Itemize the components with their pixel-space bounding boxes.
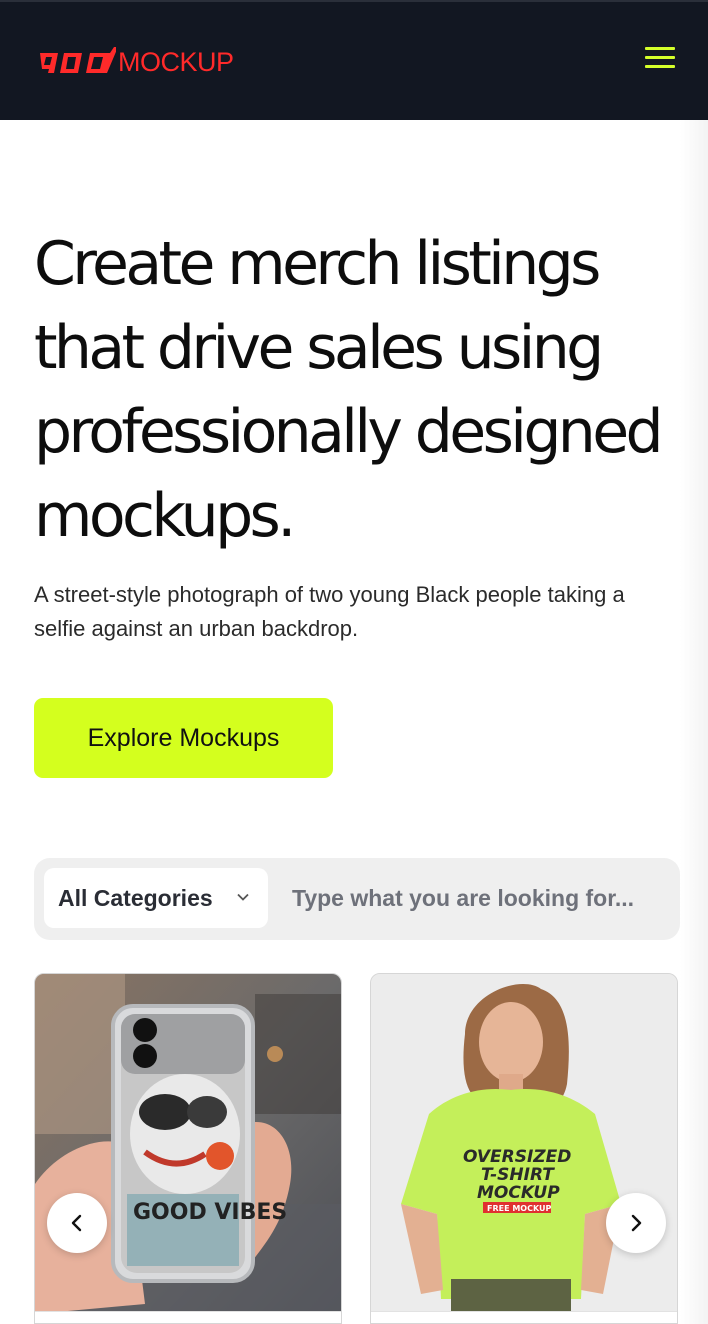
hero-title: Create merch listings that drive sales u… bbox=[34, 229, 664, 551]
carousel-next-button[interactable] bbox=[606, 1193, 666, 1253]
card-footer bbox=[35, 1311, 341, 1323]
category-select-label: All Categories bbox=[58, 884, 213, 911]
tshirt-image: OVERSIZED T-SHIRT MOCKUP FREE MOCKUP bbox=[371, 974, 677, 1314]
shirt-badge: FREE MOCKUP bbox=[487, 1204, 552, 1213]
search-input[interactable] bbox=[280, 868, 672, 928]
shirt-text-line2: T-SHIRT bbox=[481, 1165, 555, 1185]
shirt-text-line3: MOCKUP bbox=[477, 1183, 560, 1203]
category-select[interactable]: All Categories bbox=[44, 868, 268, 928]
brand-logo[interactable]: MOCKUP bbox=[34, 42, 234, 82]
hamburger-menu-icon[interactable] bbox=[643, 44, 677, 72]
chevron-down-icon bbox=[237, 893, 249, 901]
case-text: GOOD VIBES bbox=[133, 1200, 287, 1225]
logo-text: MOCKUP bbox=[118, 47, 234, 77]
site-header: MOCKUP bbox=[0, 0, 708, 120]
mockup-card-phone-case[interactable]: GOOD VIBES bbox=[34, 973, 342, 1324]
pod-logo-mark bbox=[40, 47, 116, 73]
chevron-right-icon bbox=[631, 1214, 642, 1232]
carousel-prev-button[interactable] bbox=[47, 1193, 107, 1253]
explore-mockups-button[interactable]: Explore Mockups bbox=[34, 698, 333, 778]
mockup-card-oversized-tshirt[interactable]: OVERSIZED T-SHIRT MOCKUP FREE MOCKUP bbox=[370, 973, 678, 1324]
chevron-left-icon bbox=[71, 1214, 82, 1232]
hero-subtitle: A street-style photograph of two young B… bbox=[34, 582, 625, 641]
search-bar: All Categories bbox=[34, 858, 680, 940]
page-edge-shadow bbox=[680, 120, 708, 1324]
phone-case-image: GOOD VIBES bbox=[35, 974, 341, 1314]
card-footer bbox=[371, 1311, 677, 1323]
shirt-text-line1: OVERSIZED bbox=[463, 1147, 571, 1167]
